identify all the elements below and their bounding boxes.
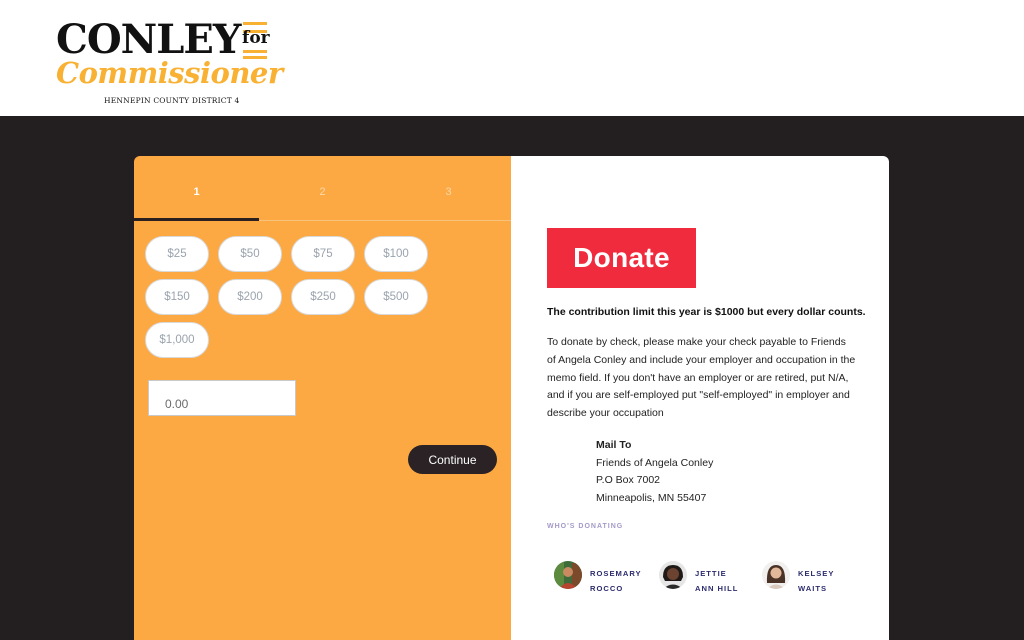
- amount-button-75[interactable]: $75: [291, 236, 355, 272]
- donor-item: JETTIE ANN HILL: [659, 559, 759, 595]
- donor-name-line: ROSEMARY: [590, 569, 642, 578]
- amount-button-500[interactable]: $500: [364, 279, 428, 315]
- amount-button-50[interactable]: $50: [218, 236, 282, 272]
- amount-button-25[interactable]: $25: [145, 236, 209, 272]
- amount-button-100[interactable]: $100: [364, 236, 428, 272]
- mailing-address: Mail To Friends of Angela Conley P.O Box…: [596, 437, 796, 507]
- donor-avatar: [762, 561, 790, 589]
- amount-button-200[interactable]: $200: [218, 279, 282, 315]
- mail-line: Friends of Angela Conley: [596, 456, 714, 469]
- donor-name-line: KELSEY: [798, 569, 835, 578]
- donor-avatar: [659, 561, 687, 589]
- donor-name-line: JETTIE: [695, 569, 727, 578]
- mail-line: Minneapolis, MN 55407: [596, 491, 707, 504]
- amount-button-150[interactable]: $150: [145, 279, 209, 315]
- step-indicator: 1 2 3: [134, 156, 511, 221]
- active-step-bar: [134, 218, 259, 221]
- logo-for: for: [242, 28, 270, 48]
- step-1-tab[interactable]: 1: [134, 186, 259, 198]
- mail-line: P.O Box 7002: [596, 474, 661, 487]
- amount-button-1000[interactable]: $1,000: [145, 322, 209, 358]
- donor-name: KELSEY WAITS: [798, 567, 860, 596]
- donor-item: ROSEMARY ROCCO: [554, 559, 654, 595]
- donate-info-panel: Donate The contribution limit this year …: [511, 156, 889, 640]
- campaign-logo[interactable]: CONLEY for Commissioner HENNEPIN COUNTY …: [56, 18, 283, 110]
- donor-name-line: ANN HILL: [695, 583, 739, 593]
- donor-name: JETTIE ANN HILL: [695, 567, 757, 596]
- continue-button[interactable]: Continue: [408, 445, 497, 474]
- donate-heading: Donate: [547, 228, 696, 288]
- custom-amount-input[interactable]: 0.00: [148, 380, 296, 416]
- donor-name: ROSEMARY ROCCO: [590, 567, 652, 596]
- donor-avatar: [554, 561, 582, 589]
- mail-to-label: Mail To: [596, 439, 632, 451]
- step-3-tab[interactable]: 3: [386, 186, 511, 198]
- donation-form-panel: 1 2 3 $25 $50 $75 $100 $150 $200 $250 $5…: [134, 156, 511, 640]
- logo-script: Commissioner: [56, 56, 283, 90]
- site-header: CONLEY for Commissioner HENNEPIN COUNTY …: [0, 0, 1024, 116]
- amount-button-250[interactable]: $250: [291, 279, 355, 315]
- contribution-limit-text: The contribution limit this year is $100…: [547, 306, 866, 318]
- donor-name-line: ROCCO: [590, 583, 624, 593]
- whos-donating-heading: WHO'S DONATING: [547, 523, 624, 530]
- donor-name-line: WAITS: [798, 583, 828, 593]
- logo-subtitle: HENNEPIN COUNTY DISTRICT 4: [104, 96, 240, 105]
- check-instructions: To donate by check, please make your che…: [547, 336, 856, 420]
- step-2-tab[interactable]: 2: [260, 186, 385, 198]
- donor-item: KELSEY WAITS: [762, 559, 862, 595]
- donation-card: 1 2 3 $25 $50 $75 $100 $150 $200 $250 $5…: [134, 156, 889, 640]
